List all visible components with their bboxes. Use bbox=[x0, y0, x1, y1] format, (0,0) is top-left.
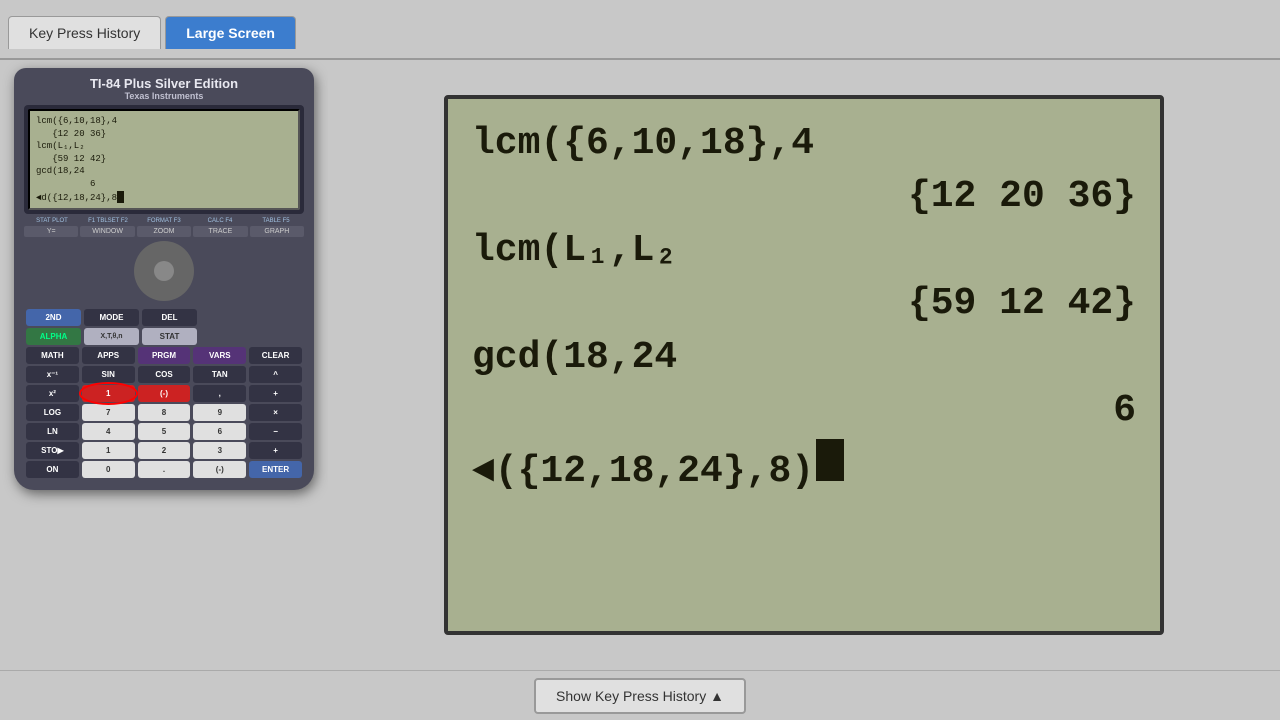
btn-row-5: x² 1 (-) , + bbox=[26, 385, 302, 402]
btn-plus-bottom[interactable]: + bbox=[249, 442, 302, 459]
btn-on[interactable]: ON bbox=[26, 461, 79, 478]
btn-4[interactable]: 4 bbox=[82, 423, 135, 440]
calc-screen-line-2: {12 20 36} bbox=[36, 128, 292, 141]
large-screen-line-5: gcd(18,24 bbox=[472, 333, 1136, 382]
dpad[interactable] bbox=[134, 241, 194, 301]
calc-screen-outer: lcm({6,10,18},4 {12 20 36} lcm(L₁,L₂ {59… bbox=[24, 105, 304, 214]
btn-cos[interactable]: COS bbox=[138, 366, 191, 383]
btn-dot[interactable]: . bbox=[138, 461, 191, 478]
btn-mult[interactable]: × bbox=[249, 404, 302, 421]
large-screen-line-4: {59 12 42} bbox=[472, 279, 1136, 328]
btn-window[interactable]: WINDOW bbox=[80, 226, 134, 237]
btn-clear[interactable]: CLEAR bbox=[249, 347, 302, 364]
btn-5[interactable]: 5 bbox=[138, 423, 191, 440]
func-label-row: STAT PLOT F1 TBLSET F2 FORMAT F3 CALC F4… bbox=[22, 218, 306, 224]
btn-row-2: ALPHA X,T,θ,n STAT bbox=[26, 328, 302, 345]
btn-9[interactable]: 9 bbox=[193, 404, 246, 421]
btn-minus[interactable]: − bbox=[249, 423, 302, 440]
btn-0[interactable]: 0 bbox=[82, 461, 135, 478]
show-key-press-history-button[interactable]: Show Key Press History ▲ bbox=[534, 678, 746, 714]
btn-7[interactable]: 7 bbox=[82, 404, 135, 421]
calc-model: TI-84 Plus Silver Edition bbox=[22, 76, 306, 91]
right-panel: lcm({6,10,18},4 {12 20 36} lcm(L₁,L₂ {59… bbox=[328, 60, 1280, 670]
btn-log[interactable]: LOG bbox=[26, 404, 79, 421]
large-screen-cursor bbox=[816, 439, 844, 481]
calc-screen-line-7: ◄d({12,18,24},8 bbox=[36, 191, 292, 205]
btn-xthn[interactable]: X,T,θ,n bbox=[84, 328, 139, 345]
btn-y=[interactable]: Y= bbox=[24, 226, 78, 237]
btn-apps[interactable]: APPS bbox=[82, 347, 135, 364]
btn-8[interactable]: 8 bbox=[138, 404, 191, 421]
large-screen-line-6: 6 bbox=[472, 386, 1136, 435]
large-screen-line-7: ◄({12,18,24},8) bbox=[472, 439, 1136, 496]
dpad-area bbox=[22, 241, 306, 301]
tab-bar: Key Press History Large Screen bbox=[0, 0, 1280, 60]
btn-3[interactable]: 3 bbox=[193, 442, 246, 459]
btn-trace[interactable]: TRACE bbox=[193, 226, 247, 237]
large-screen-line-2: {12 20 36} bbox=[472, 172, 1136, 221]
btn-row-4: x⁻¹ SIN COS TAN ^ bbox=[26, 366, 302, 383]
btn-section: 2ND MODE DEL ALPHA X,T,θ,n STAT MATH APP… bbox=[22, 305, 306, 482]
large-screen-display: lcm({6,10,18},4 {12 20 36} lcm(L₁,L₂ {59… bbox=[444, 95, 1164, 635]
btn-prgm[interactable]: PRGM bbox=[138, 347, 191, 364]
btn-stat[interactable]: STAT bbox=[142, 328, 197, 345]
btn-row-6: LOG 7 8 9 × bbox=[26, 404, 302, 421]
calc-screen-line-6: 6 bbox=[36, 178, 292, 191]
calc-brand: Texas Instruments bbox=[22, 91, 306, 101]
calc-screen: lcm({6,10,18},4 {12 20 36} lcm(L₁,L₂ {59… bbox=[28, 109, 300, 210]
btn-2[interactable]: 2 bbox=[138, 442, 191, 459]
btn-mode[interactable]: MODE bbox=[84, 309, 139, 326]
btn-math[interactable]: MATH bbox=[26, 347, 79, 364]
btn-row-3: MATH APPS PRGM VARS CLEAR bbox=[26, 347, 302, 364]
btn-neg[interactable]: (-) bbox=[193, 461, 246, 478]
calculator: TI-84 Plus Silver Edition Texas Instrume… bbox=[14, 68, 314, 490]
btn-sto[interactable]: STO▶ bbox=[26, 442, 79, 459]
large-screen-line-1: lcm({6,10,18},4 bbox=[472, 119, 1136, 168]
btn-vars[interactable]: VARS bbox=[193, 347, 246, 364]
btn-comma[interactable]: , bbox=[193, 385, 246, 402]
btn-1[interactable]: 1 bbox=[82, 385, 135, 402]
tab-large-screen[interactable]: Large Screen bbox=[165, 16, 296, 49]
btn-2nd[interactable]: 2ND bbox=[26, 309, 81, 326]
btn-6[interactable]: 6 bbox=[193, 423, 246, 440]
btn-ln[interactable]: LN bbox=[26, 423, 79, 440]
large-screen-line-3: lcm(L₁,L₂ bbox=[472, 226, 1136, 275]
calc-screen-line-5: gcd(18,24 bbox=[36, 165, 292, 178]
btn-enter[interactable]: ENTER bbox=[249, 461, 302, 478]
calc-screen-line-1: lcm({6,10,18},4 bbox=[36, 115, 292, 128]
calc-header: TI-84 Plus Silver Edition Texas Instrume… bbox=[22, 76, 306, 101]
btn-row-7: LN 4 5 6 − bbox=[26, 423, 302, 440]
large-screen-container: lcm({6,10,18},4 {12 20 36} lcm(L₁,L₂ {59… bbox=[344, 72, 1264, 658]
tab-key-press-history[interactable]: Key Press History bbox=[8, 16, 161, 49]
btn-xsq[interactable]: x² bbox=[26, 385, 79, 402]
btn-power[interactable]: ^ bbox=[249, 366, 302, 383]
btn-del[interactable]: DEL bbox=[142, 309, 197, 326]
btn-1-num[interactable]: 1 bbox=[82, 442, 135, 459]
btn-graph[interactable]: GRAPH bbox=[250, 226, 304, 237]
main-area: TI-84 Plus Silver Edition Texas Instrume… bbox=[0, 60, 1280, 670]
calc-screen-line-4: {59 12 42} bbox=[36, 153, 292, 166]
func-btn-row: Y= WINDOW ZOOM TRACE GRAPH bbox=[22, 226, 306, 237]
calc-cursor bbox=[117, 191, 124, 203]
calc-screen-line-3: lcm(L₁,L₂ bbox=[36, 140, 292, 153]
btn-row-9: ON 0 . (-) ENTER bbox=[26, 461, 302, 478]
btn-alpha[interactable]: ALPHA bbox=[26, 328, 81, 345]
btn-neg-active[interactable]: (-) bbox=[138, 385, 191, 402]
btn-xinv[interactable]: x⁻¹ bbox=[26, 366, 79, 383]
bottom-bar: Show Key Press History ▲ bbox=[0, 670, 1280, 720]
btn-zoom[interactable]: ZOOM bbox=[137, 226, 191, 237]
btn-tan[interactable]: TAN bbox=[193, 366, 246, 383]
left-panel: TI-84 Plus Silver Edition Texas Instrume… bbox=[0, 60, 328, 670]
btn-sin[interactable]: SIN bbox=[82, 366, 135, 383]
btn-plus-top[interactable]: + bbox=[249, 385, 302, 402]
btn-row-8: STO▶ 1 2 3 + bbox=[26, 442, 302, 459]
btn-row-1: 2ND MODE DEL bbox=[26, 309, 302, 326]
